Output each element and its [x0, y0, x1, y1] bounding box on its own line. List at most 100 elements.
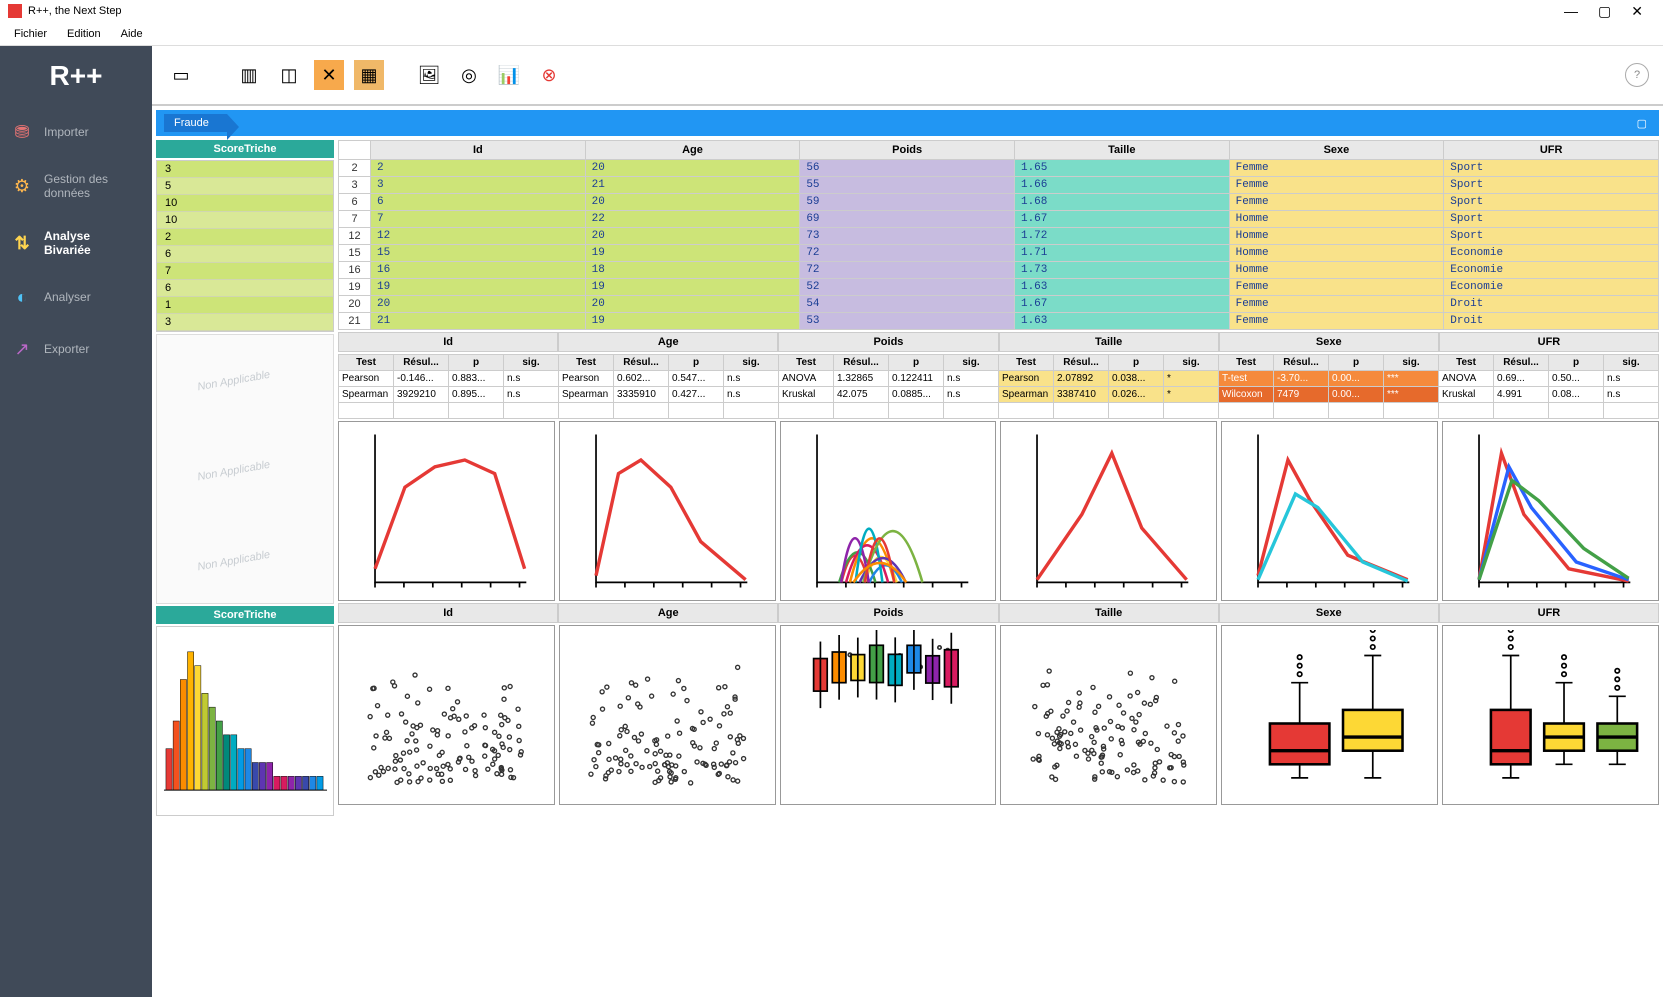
- data-cell[interactable]: 1.67: [1014, 211, 1229, 228]
- stat-cell[interactable]: 0.0885...: [889, 387, 944, 403]
- stat-cell[interactable]: Spearman: [999, 387, 1054, 403]
- data-cell[interactable]: 19: [585, 279, 800, 296]
- data-cell[interactable]: 1.68: [1014, 194, 1229, 211]
- stat-cell[interactable]: n.s: [724, 371, 779, 387]
- stat-cell[interactable]: 0.602...: [614, 371, 669, 387]
- score-row[interactable]: 3: [157, 161, 333, 178]
- data-cell[interactable]: Homme: [1229, 245, 1444, 262]
- data-cell[interactable]: 19: [371, 279, 586, 296]
- data-cell[interactable]: 53: [800, 313, 1015, 330]
- data-cell[interactable]: Homme: [1229, 211, 1444, 228]
- data-cell[interactable]: 1.63: [1014, 313, 1229, 330]
- data-cell[interactable]: 2: [371, 160, 586, 177]
- tool-btn-cross[interactable]: ✕: [314, 60, 344, 90]
- density-chart[interactable]: [1221, 421, 1438, 601]
- data-cell[interactable]: Femme: [1229, 296, 1444, 313]
- row-index[interactable]: 16: [339, 262, 371, 279]
- stat-cell[interactable]: 3335910: [614, 387, 669, 403]
- stat-cell[interactable]: 42.075: [834, 387, 889, 403]
- data-cell[interactable]: 1.71: [1014, 245, 1229, 262]
- data-cell[interactable]: 21: [371, 313, 586, 330]
- density-chart[interactable]: [780, 421, 997, 601]
- data-cell[interactable]: 1.72: [1014, 228, 1229, 245]
- data-cell[interactable]: Femme: [1229, 160, 1444, 177]
- stat-cell[interactable]: Pearson: [999, 371, 1054, 387]
- data-cell[interactable]: 1.63: [1014, 279, 1229, 296]
- score-row[interactable]: 3: [157, 314, 333, 331]
- tool-btn-delete[interactable]: ⊗: [534, 60, 564, 90]
- tool-btn-chart[interactable]: 📊: [494, 60, 524, 90]
- data-cell[interactable]: 6: [371, 194, 586, 211]
- data-cell[interactable]: Sport: [1444, 211, 1659, 228]
- score-row[interactable]: 10: [157, 212, 333, 229]
- data-cell[interactable]: Homme: [1229, 228, 1444, 245]
- data-cell[interactable]: 72: [800, 262, 1015, 279]
- stat-cell[interactable]: *: [1164, 371, 1219, 387]
- stat-cell[interactable]: 2.07892: [1054, 371, 1109, 387]
- stat-cell[interactable]: 0.427...: [669, 387, 724, 403]
- data-cell[interactable]: Droit: [1444, 313, 1659, 330]
- sidebar-item-exporter[interactable]: ↗ Exporter: [0, 324, 152, 376]
- scatter-chart[interactable]: [1442, 625, 1659, 805]
- menu-aide[interactable]: Aide: [121, 28, 143, 40]
- data-cell[interactable]: 72: [800, 245, 1015, 262]
- tool-btn-image[interactable]: 🖼: [414, 60, 444, 90]
- stat-cell[interactable]: 0.08...: [1549, 387, 1604, 403]
- data-cell[interactable]: 3: [371, 177, 586, 194]
- data-cell[interactable]: 7: [371, 211, 586, 228]
- density-chart[interactable]: [338, 421, 555, 601]
- score-row[interactable]: 1: [157, 297, 333, 314]
- data-cell[interactable]: 22: [585, 211, 800, 228]
- stat-cell[interactable]: ANOVA: [779, 371, 834, 387]
- stat-cell[interactable]: 0.50...: [1549, 371, 1604, 387]
- data-cell[interactable]: 1.67: [1014, 296, 1229, 313]
- score-row[interactable]: 10: [157, 195, 333, 212]
- tool-btn-1[interactable]: ▭: [166, 60, 196, 90]
- data-cell[interactable]: Femme: [1229, 313, 1444, 330]
- data-cell[interactable]: Droit: [1444, 296, 1659, 313]
- data-cell[interactable]: 1.73: [1014, 262, 1229, 279]
- menu-fichier[interactable]: Fichier: [14, 28, 47, 40]
- stat-cell[interactable]: 3387410: [1054, 387, 1109, 403]
- data-cell[interactable]: 12: [371, 228, 586, 245]
- stat-cell[interactable]: n.s: [1604, 371, 1659, 387]
- sidebar-item-bivariee[interactable]: ⇅ Analyse Bivariée: [0, 215, 152, 272]
- sidebar-item-importer[interactable]: ⛃ Importer: [0, 106, 152, 158]
- row-index[interactable]: 12: [339, 228, 371, 245]
- stat-cell[interactable]: n.s: [724, 387, 779, 403]
- row-index[interactable]: 2: [339, 160, 371, 177]
- stat-cell[interactable]: 4.991: [1494, 387, 1549, 403]
- column-header[interactable]: Age: [585, 141, 800, 160]
- stat-cell[interactable]: n.s: [1604, 387, 1659, 403]
- maximize-icon[interactable]: ▢: [1598, 3, 1611, 20]
- stat-cell[interactable]: Pearson: [339, 371, 394, 387]
- menu-edition[interactable]: Edition: [67, 28, 101, 40]
- column-header[interactable]: Id: [371, 141, 586, 160]
- stat-cell[interactable]: 0.895...: [449, 387, 504, 403]
- stat-cell[interactable]: 1.32865: [834, 371, 889, 387]
- data-cell[interactable]: 69: [800, 211, 1015, 228]
- tool-btn-grid[interactable]: ▦: [354, 60, 384, 90]
- stat-cell[interactable]: Kruskal: [1439, 387, 1494, 403]
- score-row[interactable]: 7: [157, 263, 333, 280]
- stat-cell[interactable]: Spearman: [559, 387, 614, 403]
- data-cell[interactable]: Femme: [1229, 177, 1444, 194]
- stat-cell[interactable]: 0.69...: [1494, 371, 1549, 387]
- data-cell[interactable]: 19: [585, 245, 800, 262]
- stat-cell[interactable]: n.s: [944, 371, 999, 387]
- stat-cell[interactable]: *: [1164, 387, 1219, 403]
- stat-cell[interactable]: ***: [1384, 371, 1439, 387]
- data-cell[interactable]: 73: [800, 228, 1015, 245]
- row-index[interactable]: 3: [339, 177, 371, 194]
- data-cell[interactable]: Economie: [1444, 279, 1659, 296]
- data-cell[interactable]: 1.65: [1014, 160, 1229, 177]
- data-cell[interactable]: 21: [585, 177, 800, 194]
- row-index[interactable]: 7: [339, 211, 371, 228]
- stat-cell[interactable]: 3929210: [394, 387, 449, 403]
- column-header[interactable]: UFR: [1444, 141, 1659, 160]
- stat-cell[interactable]: Spearman: [339, 387, 394, 403]
- data-cell[interactable]: Femme: [1229, 279, 1444, 296]
- stat-cell[interactable]: Pearson: [559, 371, 614, 387]
- data-cell[interactable]: 55: [800, 177, 1015, 194]
- data-cell[interactable]: 20: [371, 296, 586, 313]
